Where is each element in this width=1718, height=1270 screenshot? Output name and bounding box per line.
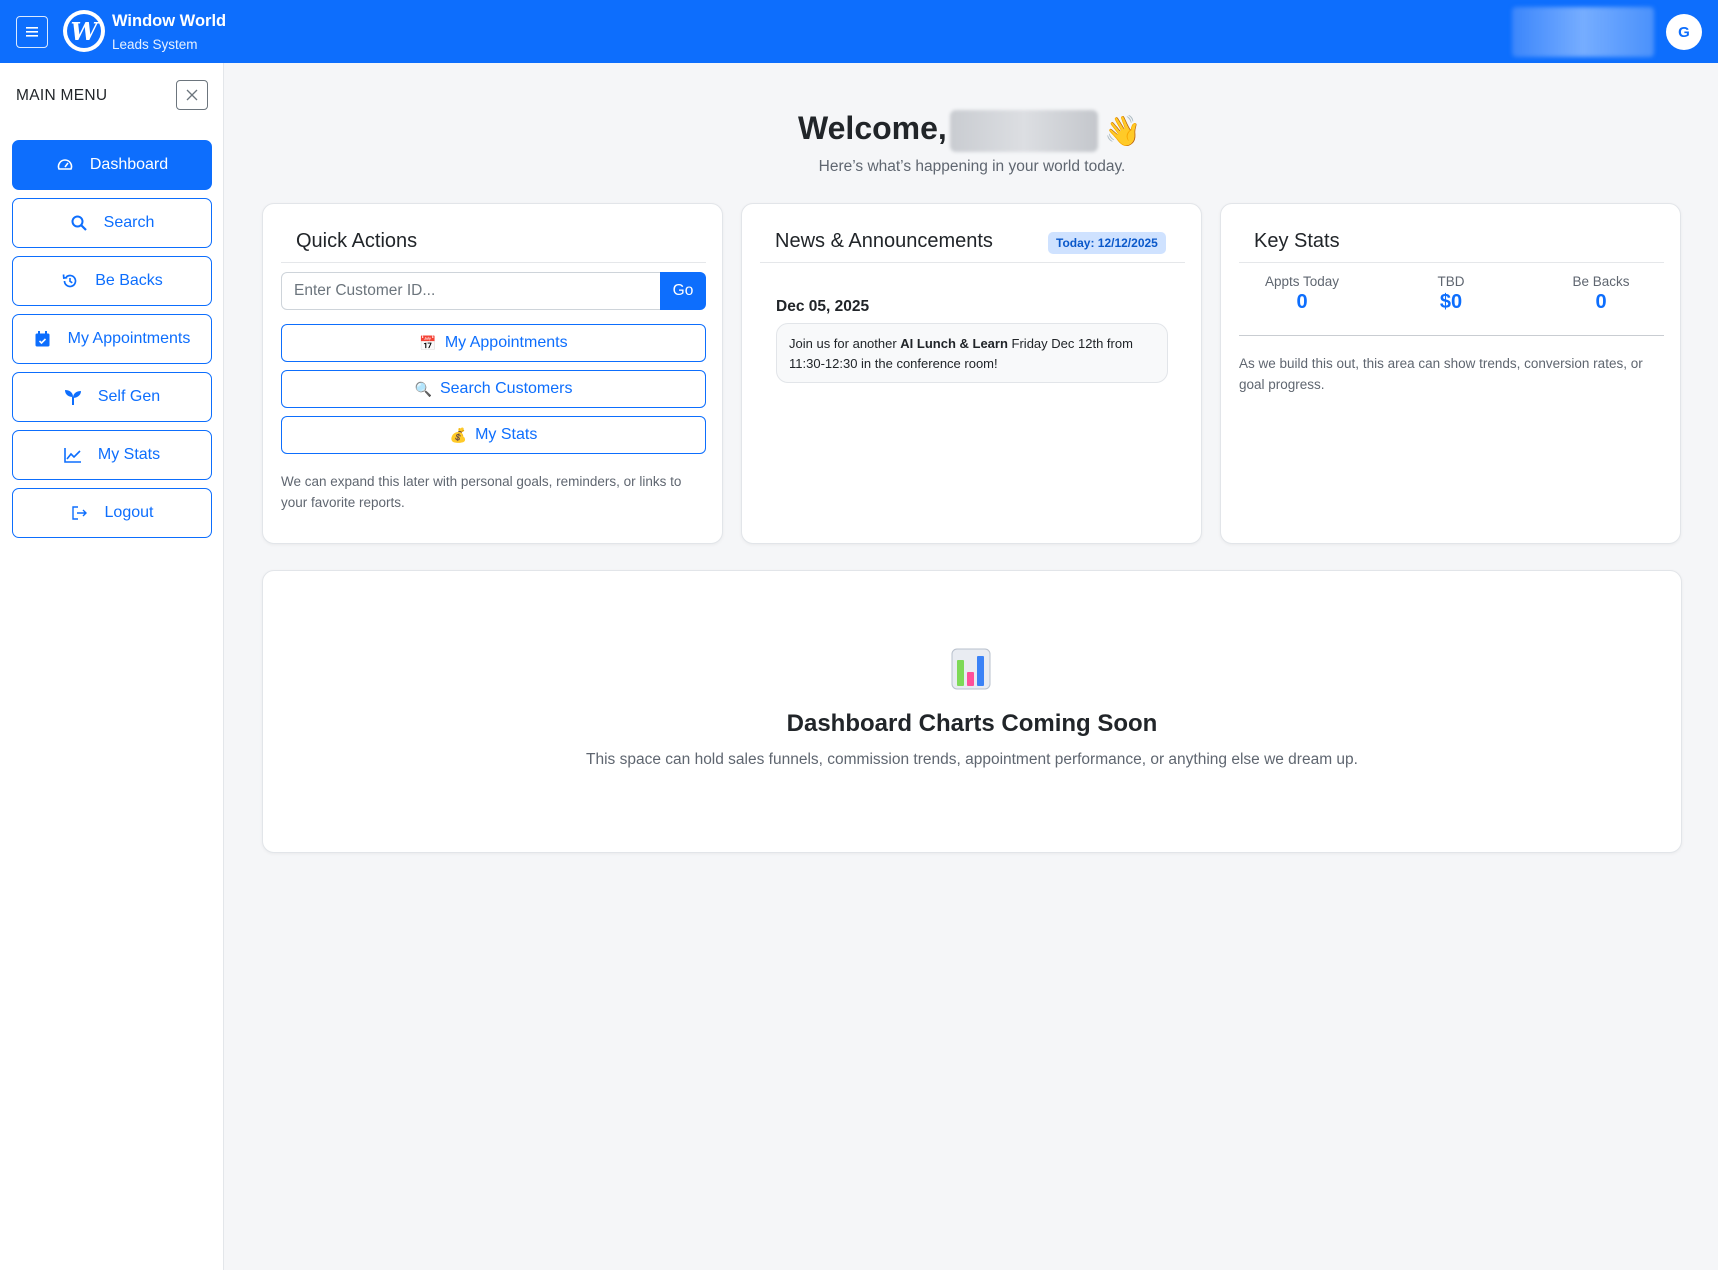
- magnifier-icon: 🔍: [414, 380, 432, 397]
- sidebar-item-my-stats[interactable]: My Stats: [12, 430, 212, 480]
- my-stats-button[interactable]: 💰 My Stats: [281, 416, 706, 454]
- logo-letter: W: [67, 14, 101, 48]
- stat-value: 0: [1296, 291, 1308, 313]
- today-date-badge: Today: 12/12/2025: [1048, 232, 1166, 254]
- brand-title[interactable]: Window World: [112, 12, 226, 31]
- welcome-heading: Welcome,: [798, 110, 947, 146]
- money-bag-icon: 💰: [449, 426, 468, 443]
- brand-logo[interactable]: W: [63, 10, 105, 52]
- customer-id-input[interactable]: [281, 272, 661, 310]
- button-label: My Stats: [475, 426, 538, 443]
- line-chart-icon: [64, 446, 82, 464]
- sidebar-title: MAIN MENU: [16, 87, 108, 104]
- user-name-redacted: [1512, 7, 1654, 57]
- stat-appts-today: Appts Today 0: [1227, 274, 1377, 314]
- sidebar-item-my-appointments[interactable]: My Appointments: [12, 314, 212, 364]
- sidebar-item-label: Be Backs: [95, 272, 163, 289]
- charts-placeholder-title: Dashboard Charts Coming Soon: [786, 710, 1158, 737]
- close-icon[interactable]: [176, 80, 208, 110]
- stat-label: Appts Today: [1264, 274, 1340, 289]
- calendar-icon: 📅: [419, 334, 437, 351]
- sidebar-item-label: My Appointments: [67, 330, 191, 347]
- card-title: Quick Actions: [296, 230, 418, 252]
- quick-actions-note: We can expand this later with personal g…: [281, 474, 682, 510]
- user-name-redacted: [950, 110, 1098, 152]
- key-stats-card: Key Stats Appts Today 0 TBD $0 Be Backs …: [1220, 203, 1681, 544]
- sidebar-item-label: My Stats: [97, 446, 161, 463]
- divider: [1239, 262, 1664, 263]
- history-icon: [61, 272, 79, 290]
- news-card: News & Announcements Today: 12/12/2025 D…: [741, 203, 1202, 544]
- search-customers-button[interactable]: 🔍 Search Customers: [281, 370, 706, 408]
- my-appointments-button[interactable]: 📅 My Appointments: [281, 324, 706, 362]
- stat-tbd: TBD $0: [1376, 274, 1526, 314]
- logout-icon: [71, 504, 89, 522]
- card-title: News & Announcements: [775, 230, 993, 252]
- search-icon: [70, 214, 88, 232]
- top-navbar: W Window World Leads System G: [0, 0, 1718, 63]
- stat-value: $0: [1439, 291, 1463, 313]
- card-title: Key Stats: [1254, 230, 1340, 252]
- news-item-date: Dec 05, 2025: [776, 298, 870, 315]
- sidebar-item-be-backs[interactable]: Be Backs: [12, 256, 212, 306]
- sidebar-item-self-gen[interactable]: Self Gen: [12, 372, 212, 422]
- button-label: My Appointments: [444, 334, 568, 351]
- calendar-icon: [34, 330, 52, 348]
- wave-emoji: 👋: [1104, 115, 1142, 148]
- stat-label: Be Backs: [1572, 274, 1630, 289]
- welcome-subtitle: Here’s what’s happening in your world to…: [818, 158, 1126, 175]
- divider: [1239, 335, 1664, 336]
- user-avatar[interactable]: G: [1666, 14, 1702, 50]
- news-text: Join us for another: [789, 336, 901, 351]
- button-label: Search Customers: [439, 380, 573, 397]
- stat-be-backs: Be Backs 0: [1526, 274, 1676, 314]
- brand-subtitle: Leads System: [112, 37, 198, 52]
- bar-chart-icon: [951, 648, 991, 690]
- charts-placeholder-description: This space can hold sales funnels, commi…: [586, 751, 1358, 768]
- stat-label: TBD: [1437, 274, 1465, 289]
- quick-actions-card: Quick Actions Go 📅 My Appointments 🔍 Sea…: [262, 203, 723, 544]
- news-highlight: AI Lunch & Learn: [900, 336, 1008, 351]
- hamburger-icon[interactable]: [16, 16, 48, 48]
- stat-value: 0: [1595, 291, 1607, 313]
- sprout-icon: [64, 388, 82, 406]
- divider: [281, 262, 706, 263]
- sidebar-item-logout[interactable]: Logout: [12, 488, 212, 538]
- sidebar-item-label: Self Gen: [97, 388, 161, 405]
- go-button[interactable]: Go: [660, 272, 706, 310]
- divider: [760, 262, 1185, 263]
- sidebar: MAIN MENU Dashboard Search Be Backs My A…: [0, 63, 224, 1270]
- sidebar-item-label: Logout: [104, 504, 154, 521]
- news-item: Join us for another AI Lunch & Learn Fri…: [776, 323, 1168, 383]
- sidebar-item-label: Search: [103, 214, 155, 231]
- key-stats-note: As we build this out, this area can show…: [1239, 356, 1643, 392]
- sidebar-item-search[interactable]: Search: [12, 198, 212, 248]
